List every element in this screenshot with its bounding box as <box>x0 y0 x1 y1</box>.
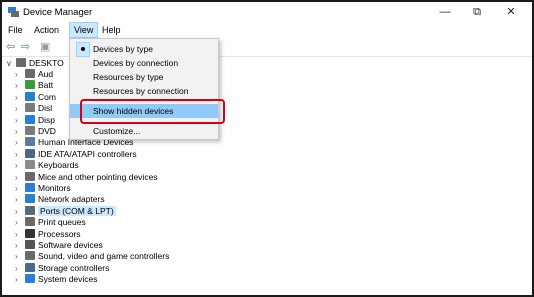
battery-icon <box>25 80 35 90</box>
view-menu-dropdown: Devices by type Devices by connection Re… <box>69 38 219 140</box>
tree-item[interactable]: › Storage controllers <box>15 262 109 274</box>
tree-item-label: Mice and other pointing devices <box>38 171 158 182</box>
tree-item[interactable]: › Mice and other pointing devices <box>15 171 158 183</box>
radio-dot-icon <box>76 42 90 57</box>
processor-icon <box>25 228 35 238</box>
mouse-icon <box>25 171 35 181</box>
tree-item-label: Com <box>38 91 56 102</box>
menu-item-label: Devices by type <box>93 44 153 54</box>
menu-item-devices-by-connection[interactable]: Devices by connection <box>70 56 218 70</box>
tree-item-label: Batt <box>38 80 54 91</box>
tree-item-label: Disl <box>38 103 53 114</box>
network-icon <box>25 194 35 204</box>
sound-icon <box>25 251 35 261</box>
maximize-button[interactable]: ⧉ <box>464 4 490 20</box>
tree-item[interactable]: › DVD <box>15 125 56 137</box>
tree-item-label: Monitors <box>38 183 71 193</box>
tree-item[interactable]: › Disl <box>15 102 52 114</box>
tree-item-label: Software devices <box>38 240 103 250</box>
keyboard-icon <box>25 160 35 170</box>
close-button[interactable]: ✕ <box>498 4 524 20</box>
computer-icon <box>25 91 35 101</box>
tree-item-label: Disp <box>38 114 56 125</box>
tree-item[interactable]: › IDE ATA/ATAPI controllers <box>15 148 137 160</box>
tree-item[interactable]: › Disp <box>15 114 55 126</box>
menu-action[interactable]: Action <box>30 23 63 37</box>
tree-item-label: DVD <box>38 126 56 136</box>
menu-item-devices-by-type[interactable]: Devices by type <box>70 42 218 57</box>
tree-item-label: Network adapters <box>38 194 105 205</box>
menu-item-label: Devices by connection <box>93 58 179 68</box>
highlight-callout <box>80 99 225 124</box>
speaker-icon <box>25 69 35 78</box>
window-title: Device Manager <box>23 7 93 18</box>
tree-item-label: System devices <box>38 274 98 285</box>
tree-item[interactable]: › Processors <box>15 228 81 240</box>
tree-item[interactable]: › Network adapters <box>15 193 105 205</box>
device-manager-window: Device Manager — ⧉ ✕ File Action View He… <box>0 0 534 297</box>
tree-item[interactable]: › Print queues <box>15 216 86 228</box>
tree-item-label: Print queues <box>38 217 86 228</box>
software-icon <box>25 240 35 249</box>
title-bar: Device Manager — ⧉ ✕ <box>2 2 532 22</box>
display-adapter-icon <box>25 114 35 124</box>
tree-item[interactable]: › Aud <box>15 68 53 80</box>
tree-item-label: Keyboards <box>38 160 79 171</box>
minimize-button[interactable]: — <box>432 4 458 20</box>
menu-item-label: Customize... <box>93 126 141 136</box>
storage-icon <box>25 262 35 272</box>
menu-view[interactable]: View <box>69 22 99 38</box>
printer-icon <box>25 217 35 227</box>
tree-item-label: Sound, video and game controllers <box>38 251 170 262</box>
tree-item-label: IDE ATA/ATAPI controllers <box>38 148 137 159</box>
tree-item[interactable]: › Software devices <box>15 239 103 251</box>
menu-help[interactable]: Help <box>98 23 125 37</box>
tree-root-label: DESKTO <box>29 58 64 68</box>
menu-item-label: Resources by type <box>93 72 164 82</box>
tree-item-label: Ports (COM & LPT) <box>38 205 116 216</box>
menu-file[interactable]: File <box>4 23 27 37</box>
monitor-icon <box>25 183 35 192</box>
menu-item-resources-by-type[interactable]: Resources by type <box>70 70 218 84</box>
tree-item[interactable]: › Monitors <box>15 182 71 194</box>
tree-item[interactable]: › Sound, video and game controllers <box>15 250 169 262</box>
tree-item-label: Aud <box>38 69 54 79</box>
hid-icon <box>25 137 35 147</box>
chevron-right-icon[interactable]: › <box>15 274 25 286</box>
tree-item-label: Storage controllers <box>38 262 110 273</box>
port-icon <box>25 205 35 215</box>
tree-item[interactable]: › Ports (COM & LPT) <box>15 205 116 217</box>
device-manager-icon <box>8 7 19 17</box>
menu-item-label: Resources by connection <box>93 86 189 96</box>
tree-item[interactable]: › Batt <box>15 79 53 91</box>
menu-item-customize[interactable]: Customize... <box>70 124 218 138</box>
tree-item-label: Processors <box>38 228 81 239</box>
ide-icon <box>25 148 35 158</box>
menu-item-resources-by-connection[interactable]: Resources by connection <box>70 84 218 98</box>
tree-item[interactable]: › System devices <box>15 273 98 285</box>
forward-icon[interactable]: ⇨ <box>21 41 30 53</box>
tree-item[interactable]: › Keyboards <box>15 159 79 171</box>
properties-icon[interactable]: ▣ <box>40 41 50 53</box>
computer-icon <box>16 58 26 67</box>
system-icon <box>25 274 35 284</box>
menu-bar: File Action View Help <box>2 22 532 38</box>
back-icon[interactable]: ⇦ <box>6 41 15 53</box>
tree-item[interactable]: › Com <box>15 91 56 103</box>
disk-drive-icon <box>25 103 35 113</box>
dvd-icon <box>25 126 35 135</box>
